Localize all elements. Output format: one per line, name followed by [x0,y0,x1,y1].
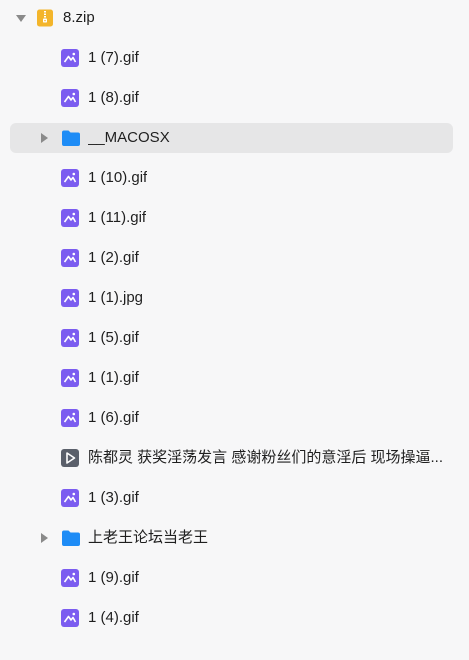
file-name: 陈都灵 获奖淫荡发言 感谢粉丝们的意淫后 现场操逼... [88,449,443,466]
tree-item-file[interactable]: 1 (2).gif [10,243,453,273]
tree-item-file[interactable]: 1 (5).gif [10,323,453,353]
file-name: 1 (10).gif [88,169,148,186]
file-name: 1 (1).gif [88,369,139,386]
tree-item-file[interactable]: 1 (1).gif [10,363,453,393]
image-file-icon [61,49,79,67]
tree-item-video-file[interactable]: 陈都灵 获奖淫荡发言 感谢粉丝们的意淫后 现场操逼... [10,443,453,473]
tree-item-file[interactable]: 1 (4).gif [10,603,453,633]
folder-icon [61,529,80,547]
image-file-icon [61,489,79,507]
image-file-icon [61,249,79,267]
zip-archive-icon [36,9,54,27]
chevron-right-icon[interactable] [41,133,48,143]
tree-item-file[interactable]: 1 (3).gif [10,483,453,513]
file-name: 1 (3).gif [88,489,139,506]
folder-icon [61,129,80,147]
file-name: 1 (2).gif [88,249,139,266]
tree-item-folder[interactable]: 上老王论坛当老王 [10,523,453,553]
tree-item-file[interactable]: 1 (8).gif [10,83,453,113]
tree-item-file[interactable]: 1 (10).gif [10,163,453,193]
tree-item-file[interactable]: 1 (6).gif [10,403,453,433]
folder-name: 上老王论坛当老王 [88,529,209,546]
image-file-icon [61,89,79,107]
zip-file-name: 8.zip [63,9,95,26]
image-file-icon [61,329,79,347]
image-file-icon [61,609,79,627]
tree-item-file[interactable]: 1 (11).gif [10,203,453,233]
image-file-icon [61,569,79,587]
chevron-down-icon[interactable] [16,15,26,22]
tree-item-file[interactable]: 1 (9).gif [10,563,453,593]
file-name: 1 (9).gif [88,569,139,586]
video-file-icon [61,449,79,467]
folder-name: __MACOSX [88,129,170,146]
tree-root-zip[interactable]: 8.zip [10,3,453,33]
file-name: 1 (1).jpg [88,289,144,306]
file-name: 1 (7).gif [88,49,139,66]
tree-item-file[interactable]: 1 (1).jpg [10,283,453,313]
file-name: 1 (5).gif [88,329,139,346]
file-name: 1 (11).gif [88,209,147,226]
image-file-icon [61,169,79,187]
chevron-right-icon[interactable] [41,533,48,543]
tree-item-file[interactable]: 1 (7).gif [10,43,453,73]
file-name: 1 (4).gif [88,609,139,626]
file-name: 1 (8).gif [88,89,139,106]
image-file-icon [61,209,79,227]
image-file-icon [61,409,79,427]
image-file-icon [61,289,79,307]
file-name: 1 (6).gif [88,409,139,426]
tree-item-folder-macosx[interactable]: __MACOSX [10,123,453,153]
image-file-icon [61,369,79,387]
